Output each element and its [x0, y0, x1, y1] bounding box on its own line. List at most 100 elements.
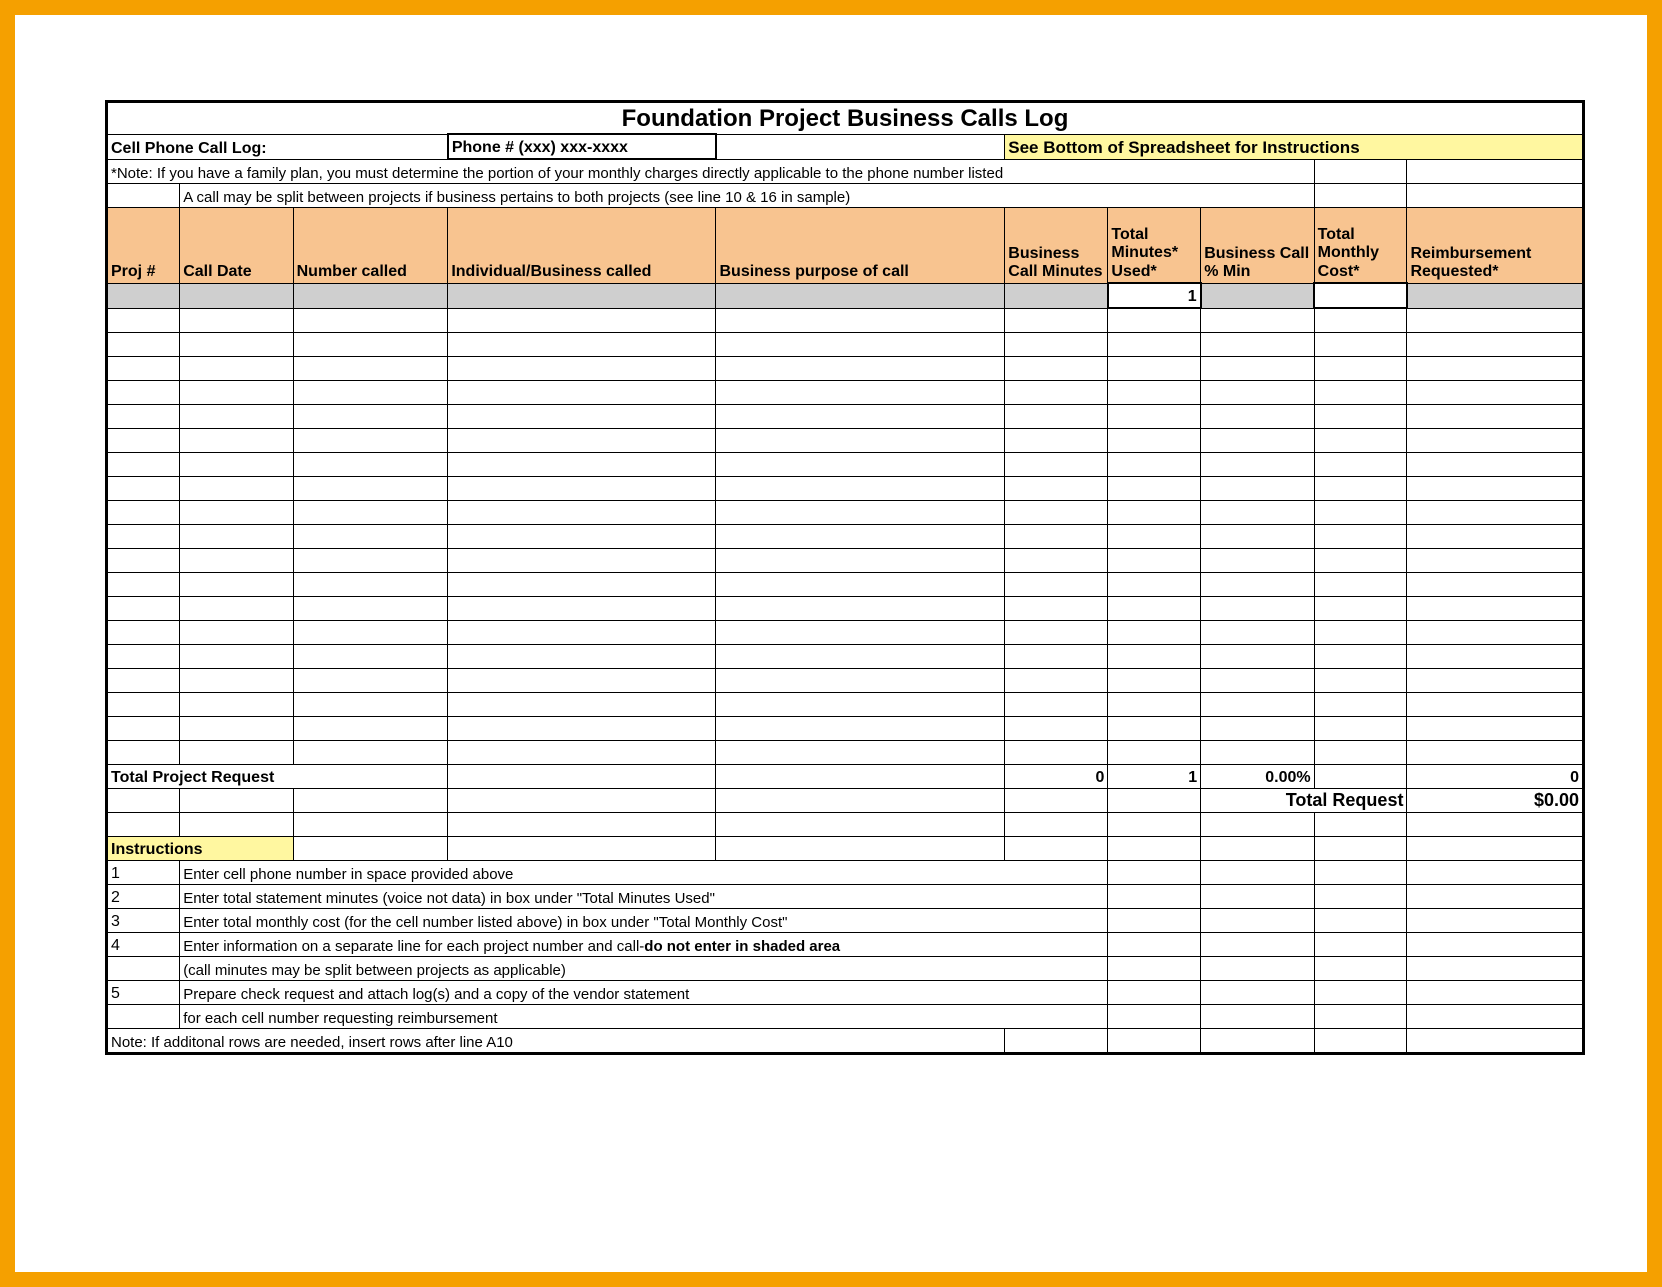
data-cell[interactable] [1201, 381, 1314, 405]
data-cell[interactable] [716, 453, 1005, 477]
data-cell[interactable] [1201, 741, 1314, 765]
data-cell[interactable] [293, 357, 448, 381]
data-cell[interactable] [108, 525, 180, 549]
data-cell[interactable] [1314, 621, 1407, 645]
data-cell[interactable] [1108, 525, 1201, 549]
data-cell[interactable] [1201, 717, 1314, 741]
data-cell[interactable] [1314, 405, 1407, 429]
data-cell[interactable] [180, 453, 293, 477]
data-cell[interactable] [448, 525, 716, 549]
data-cell[interactable] [108, 381, 180, 405]
data-cell[interactable] [716, 477, 1005, 501]
data-cell[interactable] [180, 357, 293, 381]
data-cell[interactable] [1314, 333, 1407, 357]
data-cell[interactable] [293, 669, 448, 693]
data-cell[interactable] [1005, 621, 1108, 645]
data-cell[interactable] [108, 453, 180, 477]
data-cell[interactable] [108, 357, 180, 381]
data-cell[interactable] [716, 741, 1005, 765]
data-cell[interactable] [1108, 381, 1201, 405]
data-cell[interactable] [448, 501, 716, 525]
data-cell[interactable] [448, 477, 716, 501]
data-cell[interactable] [1005, 501, 1108, 525]
data-cell[interactable] [108, 333, 180, 357]
data-cell[interactable] [293, 333, 448, 357]
data-cell[interactable] [1108, 549, 1201, 573]
data-cell[interactable] [1108, 717, 1201, 741]
data-cell[interactable] [1005, 429, 1108, 453]
data-cell[interactable] [1108, 621, 1201, 645]
data-cell[interactable] [1005, 669, 1108, 693]
data-cell[interactable] [1108, 477, 1201, 501]
data-cell[interactable] [108, 597, 180, 621]
total-monthly-cost-input[interactable] [1314, 283, 1407, 308]
data-cell[interactable] [1201, 573, 1314, 597]
data-cell[interactable] [108, 477, 180, 501]
data-cell[interactable] [1005, 381, 1108, 405]
data-cell[interactable] [1314, 429, 1407, 453]
data-cell[interactable] [1108, 405, 1201, 429]
data-cell[interactable] [180, 669, 293, 693]
data-cell[interactable] [1314, 597, 1407, 621]
data-cell[interactable] [448, 621, 716, 645]
data-cell[interactable] [448, 549, 716, 573]
data-cell[interactable] [448, 693, 716, 717]
data-cell[interactable] [1407, 741, 1583, 765]
data-cell[interactable] [108, 573, 180, 597]
data-cell[interactable] [293, 429, 448, 453]
data-cell[interactable] [108, 308, 180, 333]
data-cell[interactable] [716, 717, 1005, 741]
data-cell[interactable] [1407, 621, 1583, 645]
data-cell[interactable] [1108, 573, 1201, 597]
data-cell[interactable] [448, 717, 716, 741]
data-cell[interactable] [1407, 669, 1583, 693]
data-cell[interactable] [1108, 308, 1201, 333]
data-cell[interactable] [293, 453, 448, 477]
data-cell[interactable] [180, 741, 293, 765]
data-cell[interactable] [108, 429, 180, 453]
data-cell[interactable] [1314, 357, 1407, 381]
data-cell[interactable] [1407, 381, 1583, 405]
data-cell[interactable] [180, 308, 293, 333]
data-cell[interactable] [1201, 693, 1314, 717]
data-cell[interactable] [1314, 645, 1407, 669]
data-cell[interactable] [1201, 597, 1314, 621]
data-cell[interactable] [1108, 669, 1201, 693]
data-cell[interactable] [1314, 669, 1407, 693]
data-cell[interactable] [1201, 525, 1314, 549]
data-cell[interactable] [716, 429, 1005, 453]
data-cell[interactable] [1005, 333, 1108, 357]
data-cell[interactable] [1201, 549, 1314, 573]
data-cell[interactable] [1201, 477, 1314, 501]
data-cell[interactable] [448, 429, 716, 453]
data-cell[interactable] [716, 645, 1005, 669]
data-cell[interactable] [716, 357, 1005, 381]
data-cell[interactable] [448, 381, 716, 405]
data-cell[interactable] [1314, 549, 1407, 573]
data-cell[interactable] [1314, 308, 1407, 333]
data-cell[interactable] [1005, 525, 1108, 549]
data-cell[interactable] [716, 381, 1005, 405]
data-cell[interactable] [293, 597, 448, 621]
data-cell[interactable] [293, 405, 448, 429]
data-cell[interactable] [1407, 405, 1583, 429]
data-cell[interactable] [180, 573, 293, 597]
data-cell[interactable] [1407, 453, 1583, 477]
data-cell[interactable] [1108, 645, 1201, 669]
data-cell[interactable] [1314, 477, 1407, 501]
data-cell[interactable] [1407, 693, 1583, 717]
data-cell[interactable] [716, 405, 1005, 429]
data-cell[interactable] [716, 669, 1005, 693]
data-cell[interactable] [1314, 501, 1407, 525]
data-cell[interactable] [1407, 357, 1583, 381]
phone-number-field[interactable]: Phone # (xxx) xxx-xxxx [448, 134, 716, 159]
data-cell[interactable] [1201, 308, 1314, 333]
data-cell[interactable] [293, 381, 448, 405]
data-cell[interactable] [1005, 357, 1108, 381]
data-cell[interactable] [1108, 693, 1201, 717]
data-cell[interactable] [716, 597, 1005, 621]
data-cell[interactable] [180, 381, 293, 405]
data-cell[interactable] [448, 669, 716, 693]
data-cell[interactable] [293, 693, 448, 717]
data-cell[interactable] [108, 741, 180, 765]
